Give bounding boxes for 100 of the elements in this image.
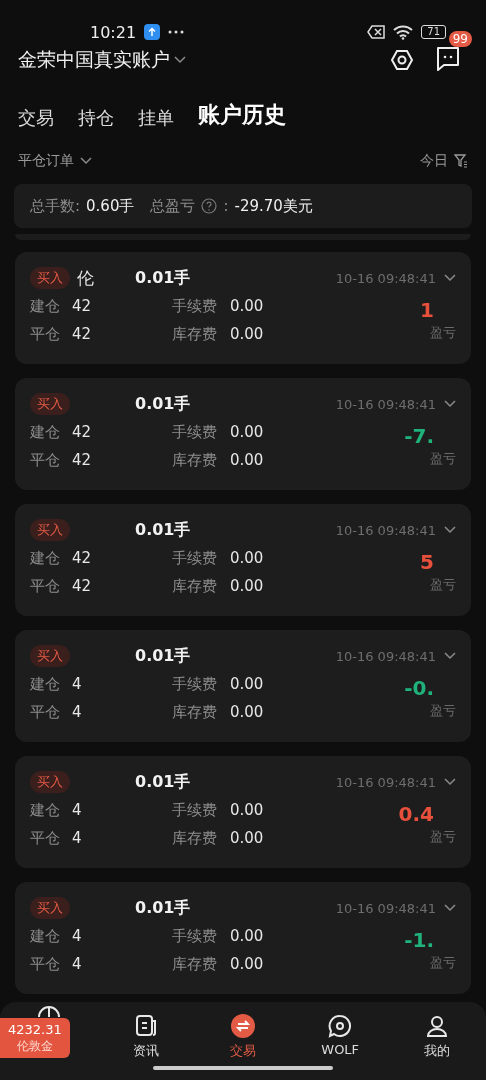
field-label: 建仓	[30, 800, 60, 819]
unread-badge: 99	[448, 31, 472, 47]
field-label: 库存费	[172, 954, 217, 973]
field-label: 平仓	[30, 954, 60, 973]
order-card[interactable]: 买入 伦 0.01手 10-16 09:48:41 建仓 42 手续费 0.00 平仓 42 库存费 0.00 1 盈亏	[15, 252, 471, 364]
expand-icon	[444, 778, 456, 786]
summary-label: 总手数:	[30, 196, 81, 216]
tab[interactable]: 交易	[18, 106, 54, 130]
order-time: 10-16 09:48:41	[335, 522, 436, 538]
order-card[interactable]: 买入 0.01手 10-16 09:48:41 建仓 42 手续费 0.00 平仓 42 库存费 0.00 5 盈亏	[15, 504, 471, 616]
field-label: 手续费	[172, 296, 217, 315]
profit-value: -0.	[404, 676, 434, 700]
symbol: 伦	[77, 267, 94, 288]
close-price: 42	[72, 577, 92, 595]
period-filter[interactable]: 今日	[420, 152, 468, 170]
fee-value: 0.00	[230, 423, 264, 441]
open-price: 42	[72, 297, 92, 315]
field-label: 建仓	[30, 674, 60, 693]
settings-icon[interactable]	[390, 48, 414, 72]
nav-tab[interactable]: 资讯	[97, 1002, 195, 1080]
side-tag: 买入	[30, 519, 70, 541]
chevron-down-icon	[80, 157, 92, 165]
field-label: 库存费	[172, 828, 217, 847]
side-tag: 买入	[30, 393, 70, 415]
field-label: 平仓	[30, 576, 60, 595]
no-sim-icon	[367, 25, 386, 39]
close-price: 4	[72, 955, 82, 973]
field-label: 建仓	[30, 422, 60, 441]
account-selector[interactable]: 金荣中国真实账户	[18, 47, 186, 73]
close-price: 4	[72, 703, 82, 721]
more-icon	[168, 30, 185, 34]
swap-value: 0.00	[230, 325, 264, 343]
order-card[interactable]: 买入 0.01手 10-16 09:48:41 建仓 42 手续费 0.00 平仓 42 库存费 0.00 -7. 盈亏	[15, 378, 471, 490]
fee-value: 0.00	[230, 297, 264, 315]
chip-symbol: 伦敦金	[15, 1038, 54, 1055]
side-tag: 买入	[30, 771, 70, 793]
field-label: 库存费	[172, 576, 217, 595]
open-price: 42	[72, 549, 92, 567]
tab[interactable]: 持仓	[78, 106, 114, 130]
side-tag: 买入	[30, 897, 70, 919]
expand-icon	[444, 652, 456, 660]
nav-tab[interactable]: 我的	[388, 1002, 486, 1080]
field-label: 手续费	[172, 674, 217, 693]
order-time: 10-16 09:48:41	[335, 900, 436, 916]
chevron-down-icon	[174, 56, 186, 64]
lot-size: 0.01手	[135, 897, 191, 919]
order-type-dropdown[interactable]: 平仓订单	[18, 152, 92, 170]
summary-label: :	[223, 197, 229, 215]
profit-value: 0.4	[398, 802, 434, 826]
side-tag: 买入	[30, 267, 70, 289]
swap-value: 0.00	[230, 829, 264, 847]
fee-value: 0.00	[230, 801, 264, 819]
price-chip[interactable]: 4232.31 伦敦金	[0, 1018, 70, 1058]
field-label: 库存费	[172, 324, 217, 343]
nav-tab[interactable]: WOLF	[291, 1002, 389, 1080]
open-price: 42	[72, 423, 92, 441]
field-label: 手续费	[172, 800, 217, 819]
profit-value: -1.	[404, 928, 434, 952]
profit-label: 盈亏	[430, 450, 456, 468]
order-time: 10-16 09:48:41	[335, 396, 436, 412]
chat-icon	[328, 1014, 353, 1038]
profit-label: 盈亏	[430, 324, 456, 342]
swap-value: 0.00	[230, 955, 264, 973]
fee-value: 0.00	[230, 675, 264, 693]
news-icon	[133, 1014, 158, 1038]
filter-icon	[454, 154, 468, 168]
expand-icon	[444, 400, 456, 408]
fee-value: 0.00	[230, 927, 264, 945]
tab[interactable]: 账户历史	[198, 100, 286, 130]
order-card[interactable]: 买入 0.01手 10-16 09:48:41 建仓 4 手续费 0.00 平仓 4 库存费 0.00 -1. 盈亏	[15, 882, 471, 994]
order-card[interactable]: 买入 0.01手 10-16 09:48:41 建仓 4 手续费 0.00 平仓 4 库存费 0.00 0.4 盈亏	[15, 756, 471, 868]
swap-value: 0.00	[230, 577, 264, 595]
close-price: 4	[72, 829, 82, 847]
battery-indicator: 71	[421, 25, 446, 39]
open-price: 4	[72, 801, 82, 819]
expand-icon	[444, 274, 456, 282]
field-label: 手续费	[172, 926, 217, 945]
fee-value: 0.00	[230, 549, 264, 567]
lot-size: 0.01手	[135, 267, 191, 289]
expand-icon	[444, 526, 456, 534]
help-icon[interactable]	[201, 198, 218, 214]
swap-value: 0.00	[230, 451, 264, 469]
profit-value: -7.	[404, 424, 434, 448]
message-icon[interactable]	[436, 45, 460, 71]
swap-value: 0.00	[230, 703, 264, 721]
open-price: 4	[72, 927, 82, 945]
side-tag: 买入	[30, 645, 70, 667]
field-label: 平仓	[30, 450, 60, 469]
order-time: 10-16 09:48:41	[335, 648, 436, 664]
upload-icon	[144, 24, 161, 40]
tab[interactable]: 挂单	[138, 106, 174, 130]
field-label: 平仓	[30, 324, 60, 343]
chip-price: 4232.31	[8, 1021, 62, 1038]
summary-value: -29.70美元	[234, 196, 313, 216]
order-time: 10-16 09:48:41	[335, 774, 436, 790]
order-card[interactable]: 买入 0.01手 10-16 09:48:41 建仓 4 手续费 0.00 平仓 4 库存费 0.00 -0. 盈亏	[15, 630, 471, 742]
lot-size: 0.01手	[135, 393, 191, 415]
open-price: 4	[72, 675, 82, 693]
profit-label: 盈亏	[430, 702, 456, 720]
clock: 10:21	[90, 22, 137, 42]
